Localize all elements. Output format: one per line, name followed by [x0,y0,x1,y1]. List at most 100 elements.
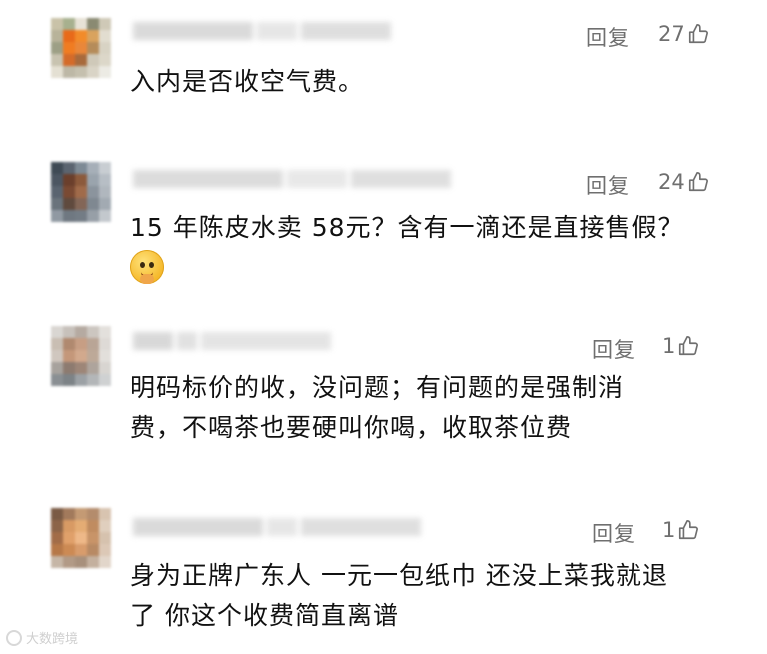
avatar-pixel [87,162,99,174]
avatar[interactable] [51,162,111,222]
avatar-pixel [63,30,75,42]
avatar-pixel [51,186,63,198]
avatar-pixel [63,326,75,338]
like-count: 1 [662,518,676,542]
thinking-face-emoji-icon [130,250,164,284]
avatar-pixel [63,374,75,386]
comment-text-line: 费，不喝茶也要硬叫你喝，收取茶位费 [130,413,573,442]
avatar-pixel [99,42,111,54]
avatar-pixel [87,362,99,374]
watermark: 大数跨境 [6,628,78,647]
comment-text-line: 身为正牌广东人 一元一包纸巾 还没上菜我就退 [130,561,668,590]
avatar-pixel [87,338,99,350]
avatar-pixel [87,508,99,520]
avatar-pixel [51,556,63,568]
thumbs-up-icon [679,520,699,540]
like-button[interactable]: 27 [658,22,709,46]
avatar[interactable] [51,18,111,78]
avatar-pixel [87,42,99,54]
avatar-pixel [99,544,111,556]
avatar-pixel [99,520,111,532]
avatar-pixel [87,198,99,210]
username-blurred[interactable] [133,332,335,354]
avatar-pixel [51,508,63,520]
avatar-pixel [87,30,99,42]
avatar-pixel [63,198,75,210]
username-blurred[interactable] [133,22,395,44]
avatar-pixel [75,532,87,544]
avatar[interactable] [51,508,111,568]
avatar-pixel [75,198,87,210]
avatar-pixel [63,508,75,520]
avatar-pixel [75,326,87,338]
like-count: 1 [662,334,676,358]
avatar-pixel [87,544,99,556]
avatar-pixel [99,198,111,210]
avatar-pixel [63,362,75,374]
avatar-pixel [87,326,99,338]
avatar[interactable] [51,326,111,386]
watermark-text: 大数跨境 [26,632,79,647]
reply-button[interactable]: 回复 [586,22,630,52]
avatar-pixel [75,362,87,374]
thumbs-up-icon [688,172,708,192]
avatar-pixel [63,544,75,556]
avatar-pixel [51,374,63,386]
avatar-pixel [63,556,75,568]
avatar-pixel [63,532,75,544]
like-count: 24 [658,170,685,194]
reply-button[interactable]: 回复 [586,170,630,200]
comment-text: 身为正牌广东人 一元一包纸巾 还没上菜我就退 了 你这个收费简直离谱 [130,556,668,636]
like-count: 27 [658,22,685,46]
like-button[interactable]: 1 [662,334,699,358]
username-blurred[interactable] [133,518,425,540]
avatar-pixel [51,30,63,42]
avatar-pixel [63,186,75,198]
comment-text-line: 明码标价的收，没问题；有问题的是强制消 [130,373,625,402]
avatar-pixel [51,326,63,338]
avatar-pixel [75,30,87,42]
avatar-pixel [99,30,111,42]
avatar-pixel [63,210,75,222]
thumbs-up-icon [679,336,699,356]
avatar-pixel [51,174,63,186]
comment-text-line: 了 你这个收费简直离谱 [130,601,399,630]
avatar-pixel [99,54,111,66]
avatar-pixel [87,374,99,386]
avatar-pixel [63,18,75,30]
like-button[interactable]: 24 [658,170,709,194]
comment-text-line: 入内是否收空气费。 [130,67,365,96]
avatar-pixel [99,186,111,198]
avatar-pixel [63,350,75,362]
avatar-pixel [99,374,111,386]
avatar-pixel [75,18,87,30]
like-button[interactable]: 1 [662,518,699,542]
reply-button[interactable]: 回复 [592,518,636,548]
avatar-pixel [51,544,63,556]
avatar-pixel [99,210,111,222]
avatar-pixel [63,66,75,78]
avatar-pixel [75,210,87,222]
avatar-pixel [75,54,87,66]
avatar-pixel [75,42,87,54]
avatar-pixel [51,210,63,222]
comment-text: 入内是否收空气费。 [130,62,364,102]
avatar-pixel [75,66,87,78]
avatar-pixel [51,198,63,210]
avatar-pixel [51,18,63,30]
avatar-pixel [99,66,111,78]
avatar-pixel [51,338,63,350]
username-blurred[interactable] [133,170,455,192]
avatar-pixel [75,556,87,568]
avatar-pixel [51,520,63,532]
avatar-pixel [75,508,87,520]
avatar-pixel [87,54,99,66]
avatar-pixel [75,374,87,386]
avatar-pixel [63,42,75,54]
avatar-pixel [87,66,99,78]
avatar-pixel [99,508,111,520]
reply-button[interactable]: 回复 [592,334,636,364]
avatar-pixel [87,18,99,30]
avatar-pixel [99,18,111,30]
avatar-pixel [75,186,87,198]
